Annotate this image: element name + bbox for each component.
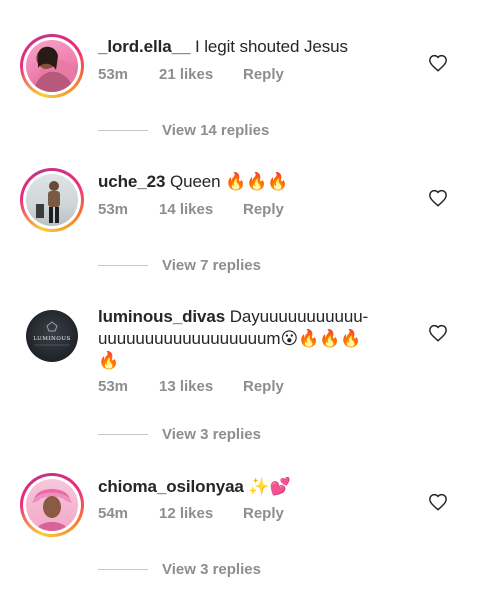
- comment-text-line-2: uuuuuuuuuuuuuuuuuum😮🔥🔥🔥: [98, 328, 361, 350]
- heart-icon[interactable]: [428, 324, 448, 342]
- comment-meta: 53m 21 likes Reply: [98, 66, 284, 83]
- comment-body: ✨💕: [248, 477, 291, 496]
- comment-body-continued: uuuuuuuuuuuuuuuuuum😮🔥🔥🔥: [98, 329, 362, 348]
- comment-text-line-3: 🔥: [98, 350, 119, 372]
- heart-icon[interactable]: [428, 493, 448, 511]
- view-replies-button[interactable]: View 7 replies: [98, 257, 261, 274]
- avatar-logo-text: LUMINOUS: [33, 336, 71, 342]
- comment-time: 54m: [98, 505, 129, 522]
- comment-body: I legit shouted Jesus: [194, 37, 348, 56]
- comment-text-line: _lord.ella__ I legit shouted Jesus: [98, 36, 348, 58]
- view-replies-label: View 7 replies: [162, 257, 261, 274]
- comment-text-line: chioma_osilonyaa ✨💕: [98, 476, 291, 498]
- comment-body: Dayuuuuuuuuuuu-: [229, 307, 369, 326]
- reply-button[interactable]: Reply: [243, 378, 284, 395]
- divider-line: [98, 434, 148, 435]
- comment-text-line: luminous_divas Dayuuuuuuuuuuu-: [98, 306, 368, 328]
- comment-meta: 53m 14 likes Reply: [98, 201, 284, 218]
- comment-meta: 54m 12 likes Reply: [98, 505, 284, 522]
- comment-time: 53m: [98, 201, 129, 218]
- divider-line: [98, 569, 148, 570]
- view-replies-button[interactable]: View 3 replies: [98, 561, 261, 578]
- comment-username[interactable]: _lord.ella__: [98, 37, 190, 56]
- comment-username[interactable]: chioma_osilonyaa: [98, 477, 244, 496]
- view-replies-button[interactable]: View 14 replies: [98, 122, 269, 139]
- reply-button[interactable]: Reply: [243, 66, 284, 83]
- comment-time: 53m: [98, 378, 129, 395]
- comment-likes[interactable]: 13 likes: [159, 378, 243, 395]
- comment-likes[interactable]: 21 likes: [159, 66, 243, 83]
- heart-icon[interactable]: [428, 54, 448, 72]
- comment-username[interactable]: luminous_divas: [98, 307, 225, 326]
- comment-body-continued: 🔥: [98, 351, 120, 370]
- comment-text-line: uche_23 Queen 🔥🔥🔥: [98, 171, 288, 193]
- comment-likes[interactable]: 14 likes: [159, 201, 243, 218]
- comment-likes[interactable]: 12 likes: [159, 505, 243, 522]
- avatar[interactable]: [20, 473, 84, 537]
- comment-time: 53m: [98, 66, 129, 83]
- view-replies-button[interactable]: View 3 replies: [98, 426, 261, 443]
- avatar[interactable]: [20, 34, 84, 98]
- comment-meta: 53m 13 likes Reply: [98, 378, 284, 395]
- divider-line: [98, 130, 148, 131]
- view-replies-label: View 3 replies: [162, 561, 261, 578]
- reply-button[interactable]: Reply: [243, 201, 284, 218]
- avatar[interactable]: [20, 168, 84, 232]
- reply-button[interactable]: Reply: [243, 505, 284, 522]
- comment-body: Queen 🔥🔥🔥: [169, 172, 289, 191]
- comment-username[interactable]: uche_23: [98, 172, 165, 191]
- avatar[interactable]: LUMINOUS: [20, 304, 84, 368]
- divider-line: [98, 265, 148, 266]
- view-replies-label: View 3 replies: [162, 426, 261, 443]
- heart-icon[interactable]: [428, 189, 448, 207]
- view-replies-label: View 14 replies: [162, 122, 270, 139]
